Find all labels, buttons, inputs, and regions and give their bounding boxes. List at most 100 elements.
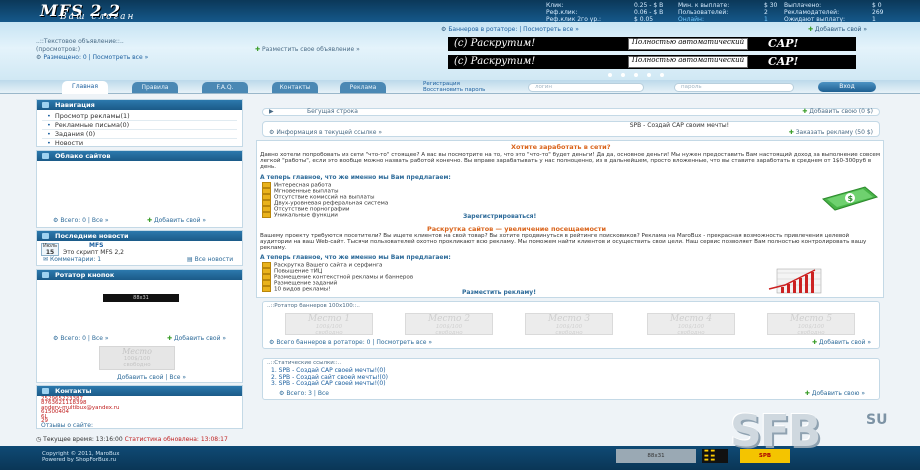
- register-link[interactable]: Зарегистрироваться!: [463, 213, 536, 220]
- top-bar: [0, 0, 920, 22]
- login-button[interactable]: Вход: [818, 82, 876, 92]
- news-date-badge: Июль 15: [41, 243, 59, 256]
- banner-rotator-header: ⚙ Баннеров в ротаторе: | Посмотреть все …: [441, 26, 867, 33]
- sidebar-item-ad-letters[interactable]: Рекламные письма(0): [47, 121, 129, 129]
- news-icon: ▤: [187, 256, 193, 263]
- add-running-line-link[interactable]: ✚ Добавить свою (0 $): [802, 109, 873, 115]
- banner-place-4[interactable]: Место 4 100$/100 свободно: [647, 313, 735, 336]
- sidebar-item-view-ads[interactable]: Просмотр рекламы(1): [47, 112, 130, 120]
- contacts-list: 252965223387 8763621118398 anderv-multib…: [41, 396, 120, 424]
- gear-icon: ⚙: [53, 217, 59, 224]
- plus-icon: ✚: [807, 26, 813, 33]
- rotator-free-place[interactable]: Место 100$/100 свободно: [99, 346, 175, 370]
- plus-icon: ✚: [788, 129, 794, 136]
- banner-places-footer[interactable]: ⚙ Всего баннеров в ротаторе: 0 | Посмотр…: [269, 339, 432, 346]
- all-news-link[interactable]: ▤ Все новости: [187, 256, 233, 263]
- promo-text: Вашему проекту требуются посетители? Вы …: [260, 233, 867, 252]
- tab-advertising[interactable]: Реклама: [340, 82, 386, 93]
- add-button-link[interactable]: ✚ Добавить свой »: [167, 335, 226, 342]
- promo-feature: 10 видов рекламы!: [262, 286, 330, 293]
- add-banner-link[interactable]: ✚ Добавить свой »: [808, 26, 867, 33]
- promo-title: Раскрутка сайтов — увеличение посещаемос…: [427, 225, 607, 233]
- static-links-box: ..::Статические ссылки::.. 1. SPB - Созд…: [262, 358, 880, 400]
- copyright: Copyright © 2011, MaroBux Powered by Sho…: [42, 451, 120, 463]
- static-links-title: ..::Статические ссылки::..: [267, 360, 342, 366]
- counter-88x31[interactable]: 88x31: [616, 449, 696, 463]
- earn-feature: Уникальные функции: [262, 212, 338, 219]
- add-site-link[interactable]: ✚ Добавить свой »: [147, 217, 206, 224]
- earn-title: Хотите заработать в сети?: [511, 143, 611, 151]
- slider-dots[interactable]: [608, 72, 673, 79]
- promo-offer-title: А теперь главное, что же именно мы Вам п…: [260, 254, 451, 261]
- stats-col-3: Выплачено: $ 0 Рекламодателей: 269 Ожидают…: [784, 2, 884, 23]
- news-comments-link[interactable]: ✉ Комментарии: 1: [43, 256, 101, 263]
- static-links-list: 1. SPB - Создай CAP своей мечты!(0) 2. S…: [271, 367, 388, 388]
- add-static-link[interactable]: ✚ Добавить свою »: [805, 390, 865, 397]
- plus-icon: ✚: [147, 217, 153, 224]
- login-input[interactable]: логин: [528, 83, 644, 92]
- auth-links: Регистрация Восстановить пароль: [423, 81, 485, 93]
- sidebar-item-tasks[interactable]: Задания (0): [47, 130, 95, 138]
- banner-places-box: ..::Ротатор баннеров 100x100::.. Место 1…: [262, 301, 880, 349]
- add-own-button-link[interactable]: Добавить свой | Все »: [117, 374, 186, 381]
- rotator-button-88x31[interactable]: 88x31: [103, 294, 179, 302]
- reviews-link[interactable]: Отзывы о сайте:: [41, 422, 93, 429]
- stats-counter[interactable]: ▬ ▬ ▬ ▬ ▬ ▬: [702, 449, 728, 463]
- banner-places-title: ..::Ротатор баннеров 100x100::..: [267, 303, 360, 309]
- contacts-icon: [42, 388, 49, 394]
- restore-password-link[interactable]: Восстановить пароль: [423, 87, 485, 93]
- info-link[interactable]: ⚙ Информация в текущей ссылке »: [269, 130, 382, 136]
- site-slogan: Ваш слоган: [60, 12, 136, 22]
- tab-contacts[interactable]: Контакты: [272, 82, 318, 93]
- info-bar: SPB - Создай CAP своим мечты! ⚙ Информац…: [262, 121, 880, 137]
- gear-icon: ⚙: [36, 54, 42, 61]
- static-link[interactable]: 3. SPB - Создай CAP своей мечты!(0): [271, 381, 388, 388]
- svg-text:$: $: [848, 194, 854, 203]
- plus-icon: ✚: [804, 390, 810, 397]
- cloud-icon: [42, 153, 49, 159]
- header-banner-2[interactable]: (c) Раскрутим! Полностью автоматический …: [448, 55, 856, 69]
- site-cloud-title: Облако сайтов: [37, 151, 242, 161]
- sidebar-item-news[interactable]: Новости: [47, 139, 83, 147]
- button-rotator-footer[interactable]: ⚙ Всего: 0 | Все »: [53, 335, 109, 342]
- sidebar-nav-title: Навигация: [37, 100, 242, 110]
- tab-faq[interactable]: F.A.Q.: [202, 82, 248, 93]
- gear-icon: ⚙: [441, 26, 447, 33]
- gear-icon: ⚙: [269, 129, 275, 136]
- plus-icon: ✚: [255, 46, 261, 53]
- place-ad-link[interactable]: Разместить рекламу!: [462, 289, 536, 296]
- order-ad-link[interactable]: ✚ Заказать рекламу (50 $): [789, 130, 873, 136]
- earn-text: Давно хотели попробовать из сети "что-то…: [260, 152, 881, 171]
- main-content: Хотите заработать в сети? Давно хотели п…: [256, 140, 884, 298]
- site-cloud-footer[interactable]: ⚙ Всего: 0 | Все »: [53, 217, 109, 224]
- stats-col-2: Мин. к выплате: $ 30 Пользователей: 2 Онла…: [678, 2, 778, 23]
- add-banner-place-link[interactable]: ✚ Добавить свой »: [812, 339, 871, 346]
- sidebar-latest-news: Последние новости Июль 15 MFS Это скрипт…: [36, 230, 243, 266]
- banner-place-5[interactable]: Место 5 100$/100 свободно: [767, 313, 855, 336]
- money-icon: $: [822, 186, 879, 211]
- tab-home[interactable]: Главная: [62, 81, 108, 94]
- chart-icon: [768, 268, 822, 294]
- sidebar-button-rotator: Ротатор кнопок 88x31 ⚙ Всего: 0 | Все » …: [36, 269, 243, 383]
- button-rotator-title: Ротатор кнопок: [37, 270, 242, 280]
- text-ad-stats[interactable]: Размещено: 0 | Посмотреть все »: [43, 54, 148, 61]
- news-item-title[interactable]: MFS: [89, 242, 103, 249]
- header-banner-1[interactable]: (c) Раскрутим! Полностью автоматический …: [448, 37, 856, 51]
- rotator-icon: [42, 272, 49, 278]
- current-time: Текущее время: 13:16:00: [43, 436, 123, 443]
- banner-place-2[interactable]: Место 2 100$/100 свободно: [405, 313, 493, 336]
- static-links-footer[interactable]: ⚙ Всего: 3 | Все: [279, 390, 329, 397]
- add-text-ad-link[interactable]: ✚ Разместить свое объявление »: [255, 46, 360, 53]
- news-item-text: Это скрипт MFS 2,2: [63, 249, 124, 256]
- earn-offer-title: А теперь главное, что же именно мы Вам п…: [260, 174, 451, 181]
- password-input[interactable]: пароль: [674, 83, 794, 92]
- banner-place-3[interactable]: Место 3 100$/100 свободно: [525, 313, 613, 336]
- tab-rules[interactable]: Правила: [132, 82, 178, 93]
- gear-icon: ⚙: [279, 390, 285, 397]
- sidebar-site-cloud: Облако сайтов ⚙ Всего: 0 | Все » ✚ Добав…: [36, 150, 243, 228]
- plus-icon: ✚: [167, 335, 173, 342]
- comment-icon: ✉: [43, 256, 49, 263]
- plus-icon: ✚: [802, 108, 808, 115]
- banner-place-1[interactable]: Место 1 100$/100 свободно: [285, 313, 373, 336]
- gear-icon: ⚙: [53, 335, 59, 342]
